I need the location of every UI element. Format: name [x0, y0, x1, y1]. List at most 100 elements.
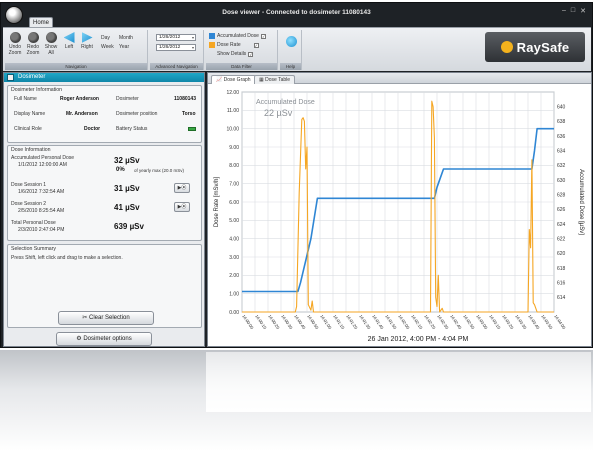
date-from-value: 1/26/2012 — [159, 35, 181, 40]
dosimeter-label: Dosimeter — [116, 96, 139, 102]
date-to-value: 1/26/2012 — [159, 45, 181, 50]
check-icon: ✓ — [248, 51, 254, 57]
help-group: Help — [280, 30, 302, 70]
y-axis-label-right: Accumulated Dose [µSv] — [578, 169, 584, 235]
y-tick-left: 7.00 — [229, 181, 239, 187]
year-button[interactable]: Year — [119, 44, 129, 50]
redo-zoom-button[interactable]: Redo Zoom — [25, 32, 41, 56]
chart-tabs: 📈 Dose Graph ▦ Dose Table — [208, 73, 591, 84]
total-dose-label: Total Personal Dose — [11, 220, 56, 226]
y-tick-right: 622 — [557, 236, 566, 242]
graph-icon: 📈 — [216, 77, 224, 83]
y-tick-left: 4.00 — [229, 236, 239, 242]
undo-zoom-button[interactable]: Undo Zoom — [7, 32, 23, 56]
session2-label: Dose Session 2 — [11, 201, 47, 207]
x-tick: 16:03:40 — [527, 314, 541, 331]
selection-hint: Press Shift, left click and drag to make… — [11, 255, 123, 261]
tab-home[interactable]: Home — [29, 17, 53, 27]
dosimeter-panel-header: Dosimeter — [4, 73, 204, 82]
tab-dose-graph-label: Dose Graph — [223, 77, 251, 83]
selection-summary-section: Selection Summary Press Shift, left clic… — [7, 244, 202, 328]
x-tick: 16:00:40 — [293, 314, 307, 331]
date-to-picker[interactable]: 1/26/2012 ▾ — [156, 44, 196, 51]
x-tick: 16:01:40 — [371, 314, 385, 331]
redo-zoom-icon — [27, 32, 39, 43]
right-button[interactable]: Right — [79, 32, 95, 50]
logo-dot-icon — [500, 41, 513, 53]
x-tick: 16:04:00 — [553, 314, 567, 331]
play-session2-button[interactable]: ▶⦿ — [174, 202, 190, 212]
clinical-role-label: Clinical Role — [14, 126, 42, 132]
dose-rate-checkbox[interactable]: Dose Rate ✓ — [209, 42, 259, 48]
app-window: Dose viewer - Connected to dosimeter 110… — [0, 2, 593, 348]
window-controls: – □ ✕ — [562, 7, 586, 15]
yearly-note: of yearly max (20.0 mSv) — [134, 168, 185, 173]
yearly-percent: 0% — [116, 167, 125, 173]
dose-information-section: Dose Information Accumulated Personal Do… — [7, 145, 202, 241]
chart-annotation: 22 µSv — [264, 108, 293, 118]
date-from-picker[interactable]: 1/26/2012 ▾ — [156, 34, 196, 41]
y-tick-right: 630 — [557, 178, 566, 184]
session2-value: 41 µSv — [114, 203, 140, 212]
arrow-left-icon — [63, 32, 75, 43]
clinical-role-value: Doctor — [84, 126, 101, 132]
left-button[interactable]: Left — [61, 32, 77, 50]
position-value: Torso — [182, 111, 196, 117]
week-button[interactable]: Week — [101, 44, 114, 50]
display-name-label: Display Name — [14, 111, 46, 117]
tab-dose-table[interactable]: ▦ Dose Table — [254, 75, 296, 84]
y-tick-left: 2.00 — [229, 273, 239, 279]
raysafe-logo: RaySafe — [485, 32, 585, 62]
accumulated-dose-checkbox[interactable]: Accumulated Dose ✓ — [209, 33, 266, 39]
y-tick-right: 624 — [557, 222, 566, 228]
y-tick-left: 8.00 — [229, 163, 239, 169]
data-filter-group: Accumulated Dose ✓ Dose Rate ✓ Show Deta… — [206, 30, 278, 70]
dosimeter-options-button[interactable]: ⚙ Dosimeter options — [56, 332, 152, 346]
data-filter-caption: Data Filter — [206, 63, 277, 70]
dosimeter-options-label: Dosimeter options — [83, 336, 132, 342]
advanced-navigation-group: 1/26/2012 ▾ 1/26/2012 ▾ Advanced Navigat… — [150, 30, 204, 70]
day-button[interactable]: Day — [101, 35, 110, 41]
show-details-checkbox[interactable]: Show Details ✓ — [217, 51, 254, 57]
y-tick-right: 636 — [557, 134, 566, 140]
check-icon: ✓ — [253, 42, 259, 48]
y-tick-left: 0.00 — [229, 310, 239, 316]
session1-value: 31 µSv — [114, 184, 140, 193]
dosimeter-id: 11080143 — [174, 96, 196, 102]
chart-panel: 📈 Dose Graph ▦ Dose Table 0.00 1.00 2.00 3.… — [207, 72, 592, 347]
y-tick-left: 11.00 — [227, 108, 239, 114]
y-tick-right: 628 — [557, 192, 566, 198]
total-dose-value: 639 µSv — [114, 222, 144, 231]
x-tick: 16:02:10 — [410, 314, 424, 331]
x-tick: 16:02:30 — [436, 314, 450, 331]
close-icon[interactable]: ✕ — [580, 7, 586, 15]
accumulated-dose-swatch — [209, 33, 215, 39]
tab-dose-graph[interactable]: 📈 Dose Graph — [211, 75, 256, 84]
y-tick-left: 3.00 — [229, 255, 239, 261]
check-icon: ✓ — [260, 33, 266, 39]
dosimeter-panel-title: Dosimeter — [18, 74, 46, 80]
x-tick: 16:00:50 — [306, 314, 320, 331]
maximize-icon[interactable]: □ — [571, 7, 575, 15]
battery-label: Battery Status — [116, 126, 148, 132]
play-session1-button[interactable]: ▶⦿ — [174, 183, 190, 193]
full-name-label: Full Name — [14, 96, 37, 102]
y-tick-right: 638 — [557, 119, 566, 125]
month-button[interactable]: Month — [119, 35, 133, 41]
full-name-value: Roger Anderson — [60, 96, 99, 102]
dose-chart[interactable]: 0.00 1.00 2.00 3.00 4.00 5.00 6.00 7.00 8.00 9.00… — [208, 84, 591, 346]
ribbon: Undo Zoom Redo Zoom Show All Left Right … — [3, 27, 591, 71]
accumulated-dose-value: 32 µSv — [114, 156, 140, 165]
dosimeter-icon — [7, 74, 14, 81]
logo-text: RaySafe — [516, 39, 570, 55]
x-tick: 16:03:20 — [501, 314, 515, 331]
y-tick-left: 1.00 — [229, 291, 239, 297]
help-button[interactable] — [283, 36, 299, 48]
position-label: Dosimeter position — [116, 111, 158, 117]
y-tick-right: 626 — [557, 207, 566, 213]
minimize-icon[interactable]: – — [562, 7, 566, 15]
y-tick-right: 634 — [557, 148, 566, 154]
y-tick-left: 9.00 — [229, 145, 239, 151]
clear-selection-button[interactable]: ✂ Clear Selection — [58, 311, 154, 325]
show-all-button[interactable]: Show All — [43, 32, 59, 56]
